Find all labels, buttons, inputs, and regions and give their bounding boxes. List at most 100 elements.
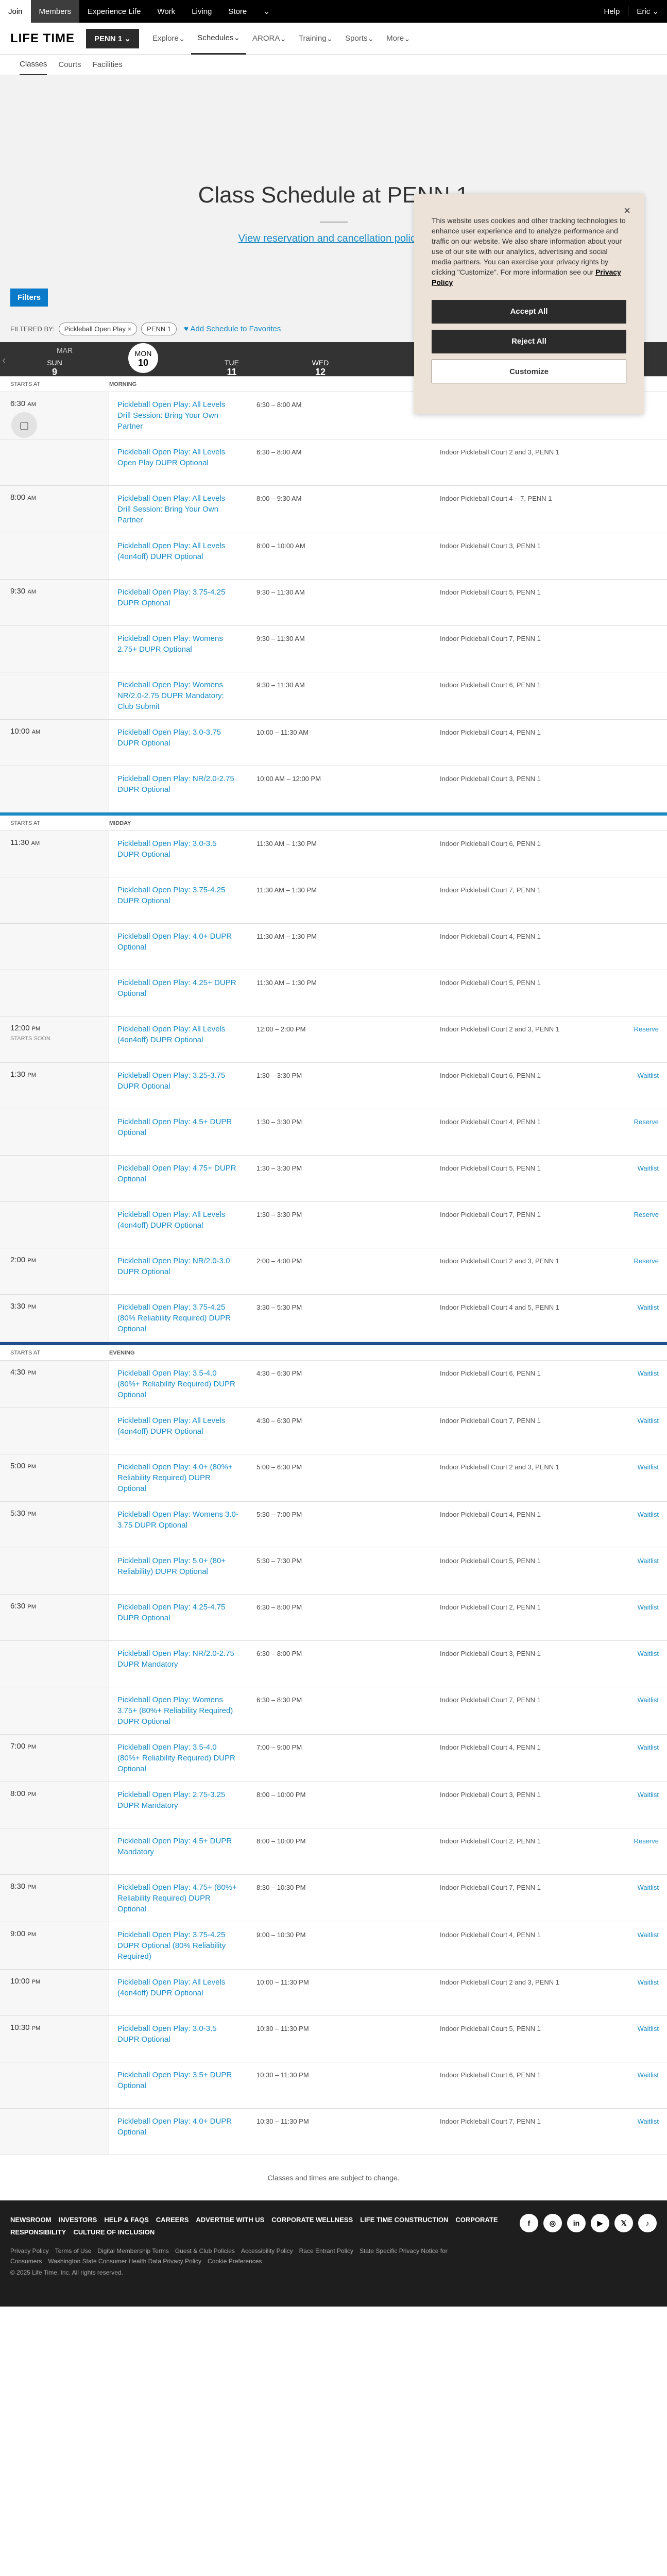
reserve-button[interactable]: Reserve [617,1016,667,1062]
class-name-link[interactable]: Pickleball Open Play: NR/2.0-3.0 DUPR Op… [109,1248,248,1294]
tab-classes[interactable]: Classes [20,55,47,75]
waitlist-button[interactable]: Waitlist [617,2109,667,2155]
filter-chip[interactable]: Pickleball Open Play × [58,323,138,335]
facebook-icon[interactable]: f [520,2214,538,2232]
footer-link[interactable]: INVESTORS [58,2216,97,2224]
reject-all-button[interactable]: Reject All [432,330,626,353]
footer-legal-link[interactable]: Terms of Use [55,2247,92,2255]
class-name-link[interactable]: Pickleball Open Play: NR/2.0-2.75 DUPR O… [109,766,248,812]
footer-link[interactable]: CORPORATE WELLNESS [271,2216,353,2224]
class-name-link[interactable]: Pickleball Open Play: All Levels (4on4of… [109,533,248,579]
waitlist-button[interactable]: Waitlist [617,1687,667,1734]
waitlist-button[interactable]: Waitlist [617,1502,667,1548]
footer-link[interactable]: ADVERTISE WITH US [196,2216,264,2224]
topbar-item[interactable]: Experience Life [79,0,149,23]
class-name-link[interactable]: Pickleball Open Play: 3.75-4.25 DUPR Opt… [109,580,248,625]
class-name-link[interactable]: Pickleball Open Play: 3.5+ DUPR Optional [109,2062,248,2108]
footer-legal-link[interactable]: Privacy Policy [10,2247,49,2255]
class-name-link[interactable]: Pickleball Open Play: All Levels Drill S… [109,392,248,439]
topbar-item[interactable]: Store [220,0,255,23]
x-icon[interactable]: 𝕏 [614,2214,633,2232]
filter-chip[interactable]: PENN 1 [141,323,177,335]
class-name-link[interactable]: Pickleball Open Play: All Levels (4on4of… [109,1408,248,1454]
tab-courts[interactable]: Courts [58,55,81,75]
class-name-link[interactable]: Pickleball Open Play: 4.5+ DUPR Optional [109,1109,248,1155]
close-icon[interactable]: × [624,204,630,217]
class-name-link[interactable]: Pickleball Open Play: Womens 3.75+ (80%+… [109,1687,248,1734]
waitlist-button[interactable]: Waitlist [617,1782,667,1828]
logo[interactable]: LIFE TIME [10,31,75,46]
reserve-button[interactable]: Reserve [617,1109,667,1155]
nav-item-more[interactable]: More ⌄ [380,23,417,55]
youtube-icon[interactable]: ▶ [591,2214,609,2232]
day-wed[interactable]: WED 12 [276,342,365,378]
reserve-button[interactable]: Reserve [617,1248,667,1294]
day-tue[interactable]: TUE 11 [187,342,276,378]
tiktok-icon[interactable]: ♪ [638,2214,657,2232]
class-name-link[interactable]: Pickleball Open Play: Womens NR/2.0-2.75… [109,672,248,719]
topbar-item[interactable]: Living [183,0,220,23]
class-name-link[interactable]: Pickleball Open Play: Womens 3.0-3.75 DU… [109,1502,248,1548]
topbar-item[interactable]: Work [149,0,183,23]
class-name-link[interactable]: Pickleball Open Play: NR/2.0-2.75 DUPR M… [109,1641,248,1687]
class-name-link[interactable]: Pickleball Open Play: 4.0+ DUPR Optional [109,924,248,970]
class-name-link[interactable]: Pickleball Open Play: 3.25-3.75 DUPR Opt… [109,1063,248,1109]
footer-legal-link[interactable]: Cookie Preferences [208,2258,262,2265]
chevron-left-icon[interactable]: ‹ [2,353,6,367]
class-name-link[interactable]: Pickleball Open Play: 3.75-4.25 DUPR Opt… [109,877,248,923]
class-name-link[interactable]: Pickleball Open Play: 3.0-3.5 DUPR Optio… [109,831,248,877]
footer-legal-link[interactable]: Race Entrant Policy [299,2247,353,2255]
class-name-link[interactable]: Pickleball Open Play: 4.75+ (80%+ Reliab… [109,1875,248,1922]
class-name-link[interactable]: Pickleball Open Play: All Levels (4on4of… [109,1202,248,1248]
class-name-link[interactable]: Pickleball Open Play: 4.75+ DUPR Optiona… [109,1156,248,1201]
waitlist-button[interactable]: Waitlist [617,1735,667,1782]
footer-link[interactable]: CULTURE OF INCLUSION [73,2228,155,2236]
nav-item-arora[interactable]: ARORA ⌄ [246,23,293,55]
class-name-link[interactable]: Pickleball Open Play: 3.0-3.75 DUPR Opti… [109,720,248,766]
nav-item-sports[interactable]: Sports ⌄ [339,23,380,55]
class-name-link[interactable]: Pickleball Open Play: All Levels (4on4of… [109,1970,248,2015]
waitlist-button[interactable]: Waitlist [617,1641,667,1687]
class-name-link[interactable]: Pickleball Open Play: 3.75-4.25 (80% Rel… [109,1295,248,1342]
topbar-item[interactable]: Members [30,0,80,23]
footer-legal-link[interactable]: Accessibility Policy [241,2247,293,2255]
location-selector[interactable]: PENN 1 ⌄ [86,28,139,48]
waitlist-button[interactable]: Waitlist [617,1295,667,1342]
tab-facilities[interactable]: Facilities [93,55,123,75]
waitlist-button[interactable]: Waitlist [617,2062,667,2108]
filters-button[interactable]: Filters [10,289,48,307]
nav-item-explore[interactable]: Explore ⌄ [146,23,191,55]
waitlist-button[interactable]: Waitlist [617,1156,667,1201]
instagram-icon[interactable]: ◎ [543,2214,562,2232]
class-name-link[interactable]: Pickleball Open Play: All Levels Drill S… [109,486,248,533]
class-name-link[interactable]: Pickleball Open Play: 3.75-4.25 DUPR Opt… [109,1922,248,1969]
user-menu[interactable]: Eric ⌄ [628,0,667,23]
day-mon[interactable]: MON 10 [99,342,187,378]
nav-item-training[interactable]: Training ⌄ [293,23,339,55]
footer-legal-link[interactable]: Guest & Club Policies [175,2247,235,2255]
policy-link[interactable]: View reservation and cancellation polici… [238,233,429,244]
footer-link[interactable]: LIFE TIME CONSTRUCTION [360,2216,448,2224]
reserve-button[interactable]: Reserve [617,1828,667,1874]
waitlist-button[interactable]: Waitlist [617,1361,667,1408]
class-name-link[interactable]: Pickleball Open Play: Womens 2.75+ DUPR … [109,626,248,672]
waitlist-button[interactable]: Waitlist [617,1875,667,1922]
class-name-link[interactable]: Pickleball Open Play: All Levels Open Pl… [109,439,248,485]
waitlist-button[interactable]: Waitlist [617,1408,667,1454]
add-favorites-link[interactable]: ♥ Add Schedule to Favorites [184,325,281,333]
chat-icon[interactable]: ▢ [11,412,37,438]
footer-legal-link[interactable]: Washington State Consumer Health Data Pr… [48,2258,201,2265]
class-name-link[interactable]: Pickleball Open Play: 4.5+ DUPR Mandator… [109,1828,248,1874]
waitlist-button[interactable]: Waitlist [617,1548,667,1594]
class-name-link[interactable]: Pickleball Open Play: 2.75-3.25 DUPR Man… [109,1782,248,1828]
topbar-item[interactable]: Join [0,0,31,23]
waitlist-button[interactable]: Waitlist [617,1063,667,1109]
class-name-link[interactable]: Pickleball Open Play: 3.0-3.5 DUPR Optio… [109,2016,248,2062]
class-name-link[interactable]: Pickleball Open Play: 3.5-4.0 (80%+ Reli… [109,1361,248,1408]
class-name-link[interactable]: Pickleball Open Play: 4.25+ DUPR Optiona… [109,970,248,1016]
waitlist-button[interactable]: Waitlist [617,1595,667,1640]
footer-link[interactable]: HELP & FAQS [104,2216,148,2224]
class-name-link[interactable]: Pickleball Open Play: 4.25-4.75 DUPR Opt… [109,1595,248,1640]
class-name-link[interactable]: Pickleball Open Play: All Levels (4on4of… [109,1016,248,1062]
customize-button[interactable]: Customize [432,360,626,383]
